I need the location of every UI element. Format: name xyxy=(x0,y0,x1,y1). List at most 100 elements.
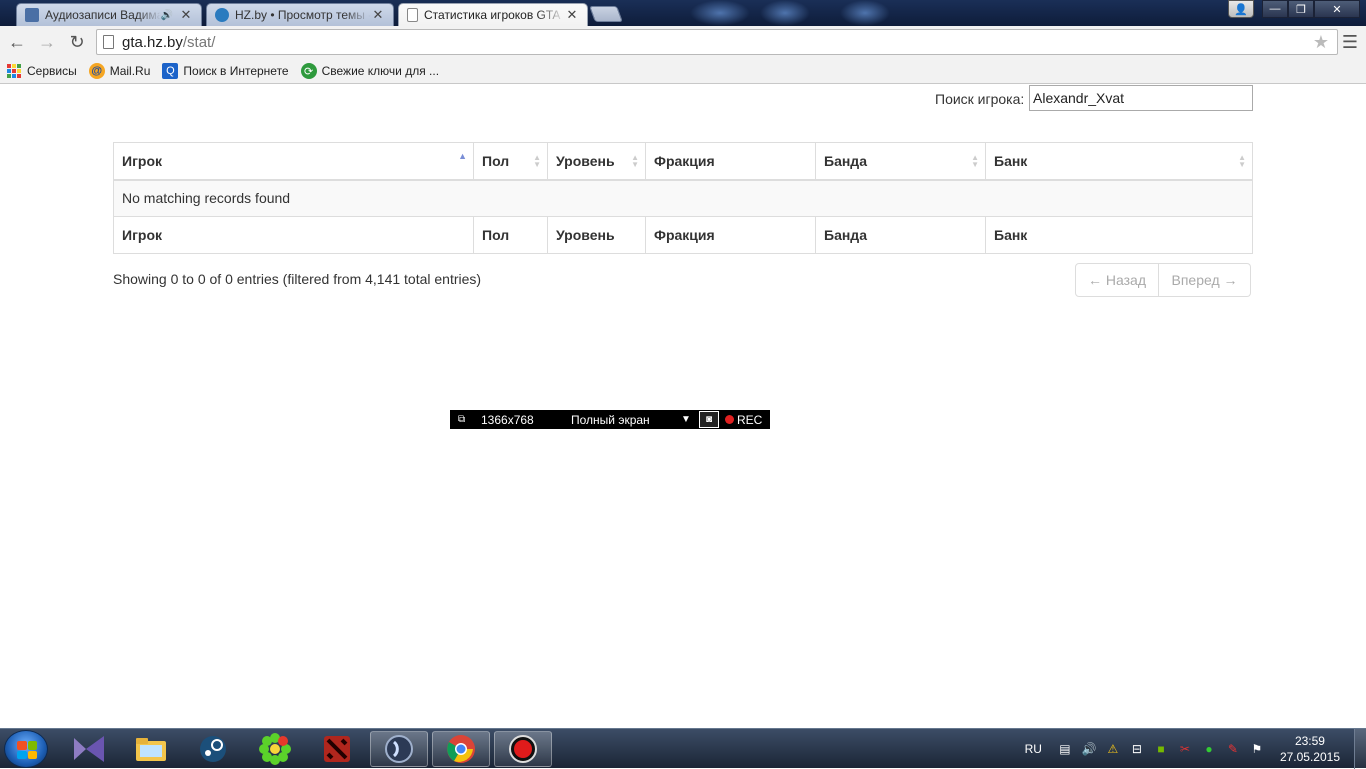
column-header-level[interactable]: Уровень ▲ ▼ xyxy=(547,142,646,181)
key-site-icon: ⟳ xyxy=(300,63,317,79)
visual-studio-icon[interactable] xyxy=(60,731,118,767)
vk-audio-icon xyxy=(25,8,39,22)
bookmark-services[interactable]: Сервисы xyxy=(6,63,77,79)
icq-icon[interactable] xyxy=(246,731,304,767)
network-icon[interactable]: ⊟ xyxy=(1128,741,1146,757)
rec-button[interactable]: REC xyxy=(737,413,762,427)
column-header-bank[interactable]: Банк ▲ ▼ xyxy=(985,142,1253,181)
table-row: No matching records found xyxy=(113,179,1253,217)
recorder-toolbar: ⧉ 1366x768 Полный экран ▼ ◙ REC xyxy=(450,410,770,429)
empty-message: No matching records found xyxy=(113,179,1253,217)
warning-icon[interactable]: ⚠ xyxy=(1104,741,1122,757)
close-window-button[interactable]: ✕ xyxy=(1314,0,1360,18)
chrome-icon[interactable] xyxy=(432,731,490,767)
volume-icon[interactable]: 🔊 xyxy=(1080,741,1098,757)
close-icon[interactable]: ✕ xyxy=(371,7,385,23)
background-glow xyxy=(840,0,890,26)
footer-gang: Банда xyxy=(815,216,986,254)
column-label: Банк xyxy=(994,152,1028,169)
url-path: /stat/ xyxy=(182,33,216,51)
search-icon: Q xyxy=(162,63,179,79)
column-label: Фракция xyxy=(654,152,715,169)
bookmark-label: Свежие ключи для ... xyxy=(321,64,440,78)
player-search-input[interactable] xyxy=(1029,85,1253,111)
menu-icon[interactable]: ☰ xyxy=(1342,32,1358,53)
next-page-button[interactable]: Вперед → xyxy=(1159,263,1251,297)
sort-both-icon: ▲ ▼ xyxy=(971,153,979,169)
dota2-icon[interactable] xyxy=(308,731,366,767)
tab-stats[interactable]: Статистика игроков GTA ✕ xyxy=(398,3,588,26)
language-indicator[interactable]: RU xyxy=(1025,742,1042,756)
new-tab-button[interactable] xyxy=(589,6,623,22)
bookmark-mailru[interactable]: @ Mail.Ru xyxy=(88,63,150,79)
tab-hzby[interactable]: HZ.by • Просмотр темы - ✕ xyxy=(206,3,394,26)
tool-icon[interactable]: ✂ xyxy=(1176,741,1194,757)
forward-arrow-icon[interactable]: → xyxy=(34,30,60,56)
column-header-gender[interactable]: Пол ▲ ▼ xyxy=(473,142,548,181)
minimize-button[interactable]: — xyxy=(1262,0,1288,18)
table-info: Showing 0 to 0 of 0 entries (filtered fr… xyxy=(113,271,482,287)
reload-icon[interactable]: ↻ xyxy=(64,30,90,56)
user-icon[interactable]: 👤 xyxy=(1228,0,1254,18)
table-footer-row: Игрок Пол Уровень Фракция Банда Банк xyxy=(113,216,1253,254)
column-label: Банда xyxy=(824,152,867,169)
footer-bank: Банк xyxy=(985,216,1253,254)
table-header-row: Игрок ▲ Пол ▲ ▼ Уровень ▲ ▼ Фракция Банда ▲ ▼ Б… xyxy=(113,142,1253,181)
hzby-icon xyxy=(215,8,229,22)
page-icon xyxy=(407,8,418,22)
dropdown-arrow-icon[interactable]: ▼ xyxy=(681,414,699,425)
clock[interactable]: 23:59 27.05.2015 xyxy=(1280,733,1340,765)
acrobat-icon[interactable]: ✎ xyxy=(1224,741,1242,757)
teamspeak-icon[interactable] xyxy=(370,731,428,767)
nvidia-icon[interactable]: ■ xyxy=(1152,741,1170,757)
speaker-icon: 🔊 xyxy=(160,9,173,21)
device-icon[interactable]: ▤ xyxy=(1056,741,1074,757)
column-header-gang[interactable]: Банда ▲ ▼ xyxy=(815,142,986,181)
background-glow xyxy=(690,0,750,26)
clock-date: 27.05.2015 xyxy=(1279,750,1340,764)
show-desktop-button[interactable] xyxy=(1354,729,1366,769)
flag-icon[interactable]: ⚑ xyxy=(1248,741,1266,757)
camera-icon[interactable]: ◙ xyxy=(699,411,719,428)
footer-level: Уровень xyxy=(547,216,646,254)
bookmark-star-icon[interactable]: ★ xyxy=(1313,32,1329,53)
url-host: gta.hz.by xyxy=(122,33,183,51)
search-label: Поиск игрока: xyxy=(935,91,1025,107)
prev-page-button[interactable]: ← Назад xyxy=(1075,263,1159,297)
steam-icon[interactable] xyxy=(184,731,242,767)
file-explorer-icon[interactable] xyxy=(122,731,180,767)
bookmark-keys[interactable]: ⟳ Свежие ключи для ... xyxy=(300,63,440,79)
system-tray: RU ▤ 🔊 ⚠ ⊟ ■ ✂ ● ✎ ⚑ 23:59 27.05.2015 xyxy=(1025,729,1366,769)
restore-button[interactable]: ❐ xyxy=(1288,0,1314,18)
bookmark-search[interactable]: Q Поиск в Интернете xyxy=(162,63,289,79)
bookmark-label: Сервисы xyxy=(27,64,77,78)
close-icon[interactable]: ✕ xyxy=(179,7,193,23)
start-button[interactable] xyxy=(4,730,48,768)
tab-title: Аудиозаписи Вадима xyxy=(45,8,161,22)
recorder-resolution[interactable]: 1366x768 xyxy=(481,413,571,427)
address-bar[interactable]: gta.hz.by/stat/ ★ xyxy=(96,29,1338,55)
window-mode-icon[interactable]: ⧉ xyxy=(458,414,472,425)
status-circle-icon[interactable]: ● xyxy=(1200,741,1218,757)
recorder-mode[interactable]: Полный экран xyxy=(571,413,681,427)
bookmarks-bar: Сервисы @ Mail.Ru Q Поиск в Интернете ⟳ … xyxy=(0,59,1366,84)
window-controls: — ❐ ✕ xyxy=(1262,0,1360,18)
column-header-faction[interactable]: Фракция xyxy=(645,142,816,181)
background-glow xyxy=(760,0,810,26)
back-arrow-icon[interactable]: ← xyxy=(4,30,30,56)
tab-audio[interactable]: Аудиозаписи Вадима 🔊 ✕ xyxy=(16,3,202,26)
close-icon[interactable]: ✕ xyxy=(565,7,579,23)
browser-tab-strip: Аудиозаписи Вадима 🔊 ✕ HZ.by • Просмотр … xyxy=(0,0,1366,26)
column-label: Игрок xyxy=(122,152,163,169)
sort-both-icon: ▲ ▼ xyxy=(1238,153,1246,169)
footer-faction: Фракция xyxy=(645,216,816,254)
column-label: Пол xyxy=(482,152,510,169)
recorder-app-icon[interactable] xyxy=(494,731,552,767)
browser-toolbar: ← → ↻ gta.hz.by/stat/ ★ ☰ xyxy=(0,26,1366,59)
record-dot-icon xyxy=(725,415,734,424)
column-header-player[interactable]: Игрок ▲ xyxy=(113,142,474,181)
apps-grid-icon xyxy=(6,63,22,79)
clock-time: 23:59 xyxy=(1294,734,1325,748)
mailru-icon: @ xyxy=(88,63,105,79)
sort-asc-icon: ▲ xyxy=(458,151,467,161)
